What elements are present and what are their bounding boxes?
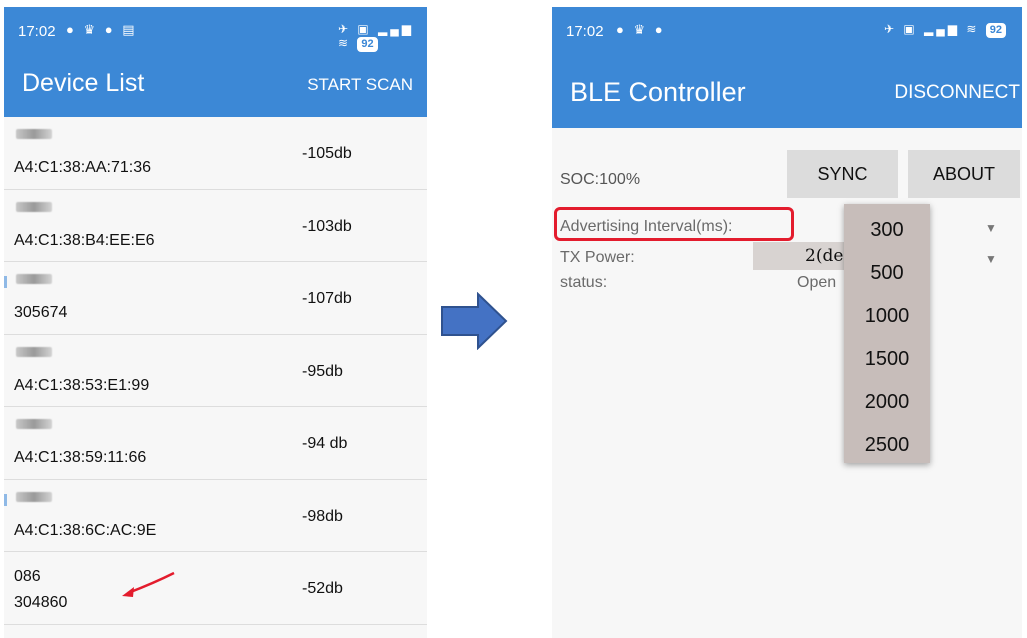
dropdown-option[interactable]: 500 [844, 252, 930, 295]
signal-wifi-icons: ✈ ▣ ▂▄▆ ≋ 92 [338, 22, 415, 52]
device-address: A4:C1:38:B4:EE:E6 [14, 231, 155, 249]
status-time: 17:02 [566, 23, 604, 40]
tx-power-label: TX Power: [560, 249, 635, 266]
device-address: 304860 [14, 594, 68, 611]
device-list-screen: 17:02 ● ♛ ● ▤ ✈ ▣ ▂▄▆ ≋ 92 Device List S… [4, 7, 427, 638]
advertising-interval-dropdown: 300 500 1000 1500 2000 2500 [844, 204, 930, 463]
chevron-down-icon[interactable]: ▼ [985, 252, 997, 266]
status-bar: 17:02 ● ♛ ● ▤ ✈ ▣ ▂▄▆ ≋ 92 [4, 7, 427, 53]
status-time: 17:02 [18, 23, 56, 40]
soc-label: SOC:100% [560, 171, 641, 188]
transition-arrow-icon [441, 292, 508, 350]
device-row[interactable]: A4:C1:38:6C:AC:9E -98db [4, 480, 427, 552]
tx-power-select[interactable]: 2(de [753, 242, 848, 270]
device-address: A4:C1:38:6C:AC:9E [14, 521, 157, 539]
dropdown-option[interactable]: 2000 [844, 381, 930, 424]
app-bar: Device List START SCAN [4, 53, 427, 117]
row-accent [4, 493, 7, 506]
device-rssi: -95db [302, 362, 343, 380]
device-row[interactable]: 086 304860 -52db [4, 552, 427, 625]
about-button[interactable]: ABOUT [908, 150, 1020, 198]
device-address: A4:C1:38:59:11:66 [14, 449, 147, 466]
status-bar: 17:02 ● ♛ ● ✈ ▣ ▂▄▆ ≋ 92 [552, 7, 1022, 53]
row-accent [4, 276, 7, 288]
battery-icon: 92 [985, 23, 1006, 38]
dropdown-option[interactable]: 2500 [844, 424, 930, 467]
device-name: 086 [14, 568, 41, 585]
signal-wifi-icons: ✈ ▣ ▂▄▆ ≋ 92 [884, 22, 1006, 38]
page-title: BLE Controller [570, 77, 746, 107]
start-scan-button[interactable]: START SCAN [307, 75, 413, 95]
app-bar: BLE Controller DISCONNECT [552, 53, 1022, 128]
status-label: status: [560, 274, 608, 291]
device-rssi: -107db [302, 290, 352, 307]
chevron-down-icon[interactable]: ▼ [985, 221, 997, 235]
battery-icon: 92 [357, 37, 378, 52]
red-pointer-arrow-icon [122, 571, 175, 597]
device-address: A4:C1:38:AA:71:36 [14, 159, 151, 176]
redacted-name [16, 129, 52, 139]
disconnect-button[interactable]: DISCONNECT [894, 82, 1020, 104]
highlight-box [554, 207, 794, 241]
device-row[interactable]: A4:C1:38:59:11:66 -94 db [4, 407, 427, 480]
notification-icons: ● ♛ ● ▤ [66, 22, 138, 37]
page-title: Device List [22, 69, 145, 97]
sync-button[interactable]: SYNC [787, 150, 898, 198]
redacted-name [16, 491, 52, 502]
device-rssi: -52db [302, 580, 343, 597]
device-row[interactable]: A4:C1:38:AA:71:36 -105db [4, 117, 427, 190]
dropdown-option[interactable]: 1000 [844, 295, 930, 338]
device-address: A4:C1:38:53:E1:99 [14, 376, 150, 394]
redacted-name [16, 201, 52, 212]
device-rssi: -105db [302, 145, 352, 162]
device-rssi: -94 db [302, 435, 348, 452]
dropdown-option[interactable]: 300 [844, 209, 930, 252]
redacted-name [16, 274, 52, 284]
device-row[interactable]: A4:C1:38:B4:EE:E6 -103db [4, 190, 427, 262]
notification-icons: ● ♛ ● [616, 22, 666, 37]
device-rssi: -103db [302, 217, 352, 235]
dropdown-option[interactable]: 1500 [844, 338, 930, 381]
redacted-name [16, 419, 52, 429]
redacted-name [16, 346, 52, 357]
device-address: 305674 [14, 304, 68, 321]
ble-controller-screen: 17:02 ● ♛ ● ✈ ▣ ▂▄▆ ≋ 92 BLE Controller … [552, 7, 1022, 638]
controller-panel: SOC:100% SYNC ABOUT Advertising Interval… [552, 128, 1022, 638]
device-row[interactable]: A4:C1:38:53:E1:99 -95db [4, 335, 427, 407]
device-list: A4:C1:38:AA:71:36 -105db A4:C1:38:B4:EE:… [4, 117, 427, 625]
device-rssi: -98db [302, 507, 343, 525]
status-value: Open [797, 274, 837, 291]
device-row[interactable]: 305674 -107db [4, 262, 427, 335]
